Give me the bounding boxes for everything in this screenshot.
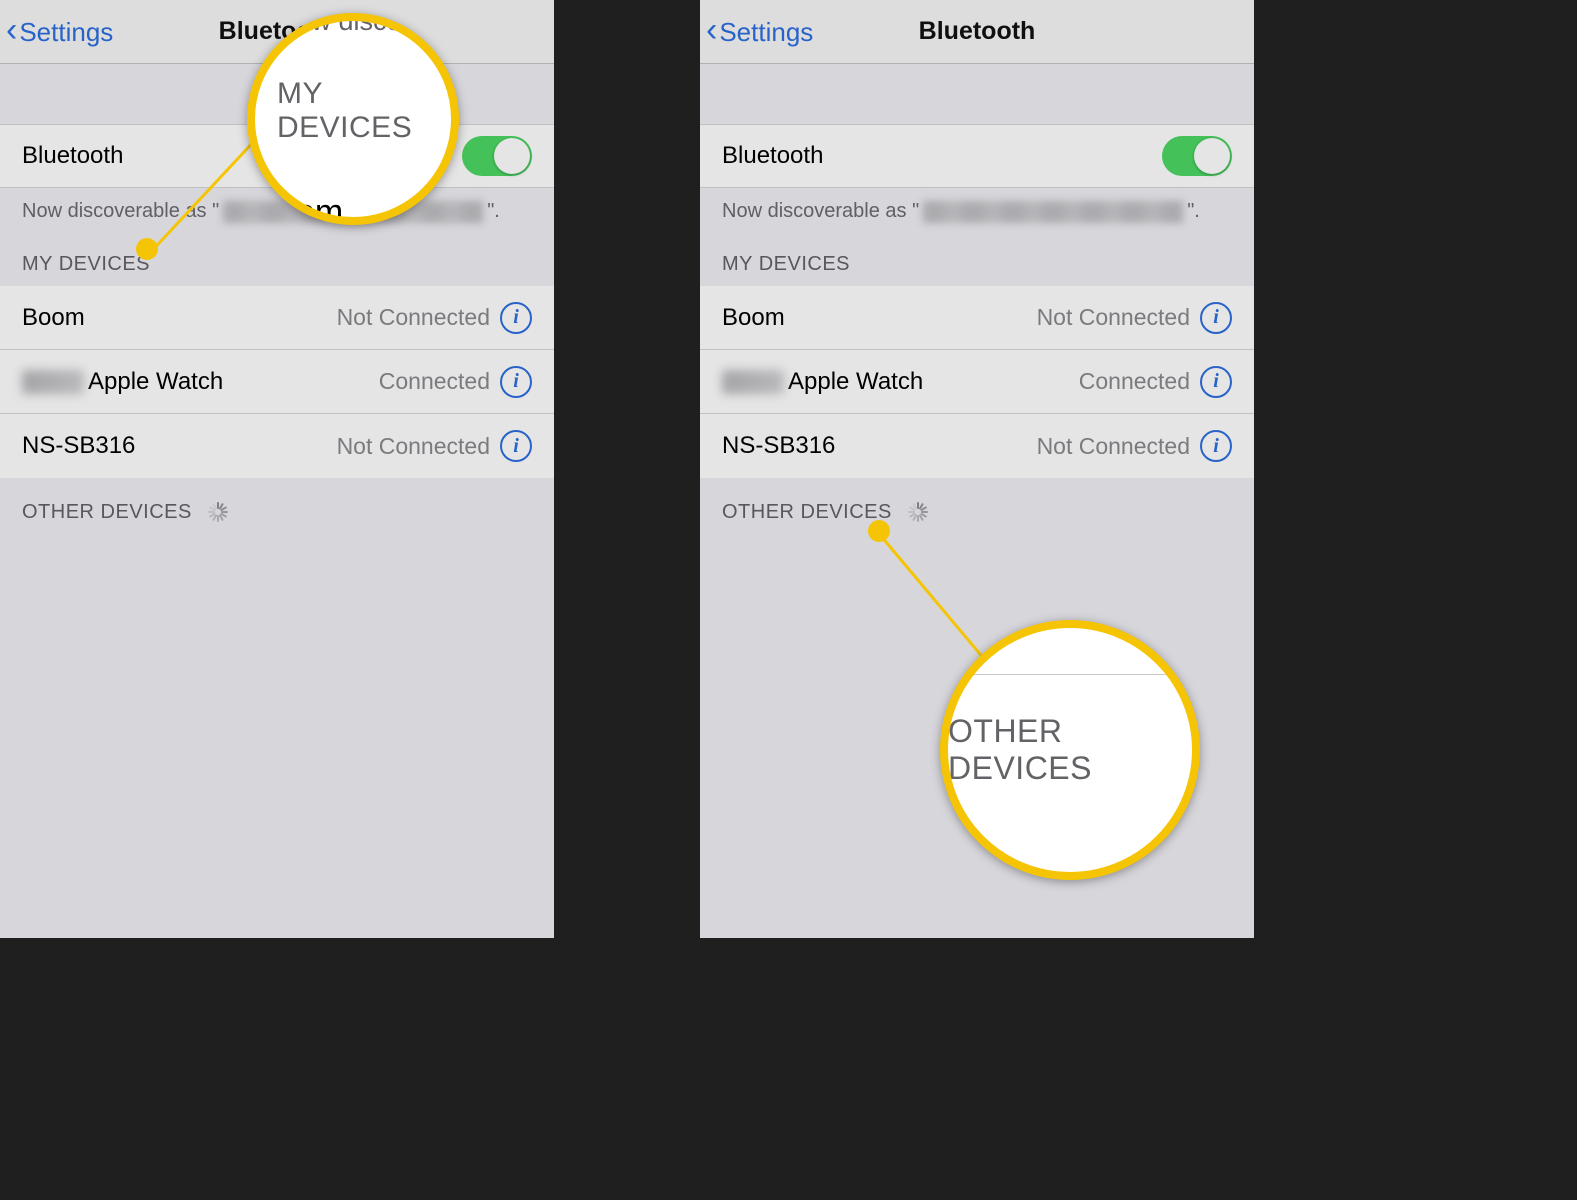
other-devices-header: OTHER DEVICES bbox=[700, 478, 1254, 534]
navbar: ‹ Settings Bluetooth bbox=[700, 0, 1254, 64]
discoverable-text: Now discoverable as " ". bbox=[700, 188, 1254, 231]
screenshot-right: ‹ Settings Bluetooth Bluetooth Now disco… bbox=[700, 0, 1254, 938]
device-row[interactable]: Boom Not Connected i bbox=[700, 286, 1254, 350]
my-devices-list: Boom Not Connected i Apple Watch Connect… bbox=[0, 286, 554, 478]
bluetooth-switch[interactable] bbox=[1162, 136, 1232, 176]
bluetooth-label: Bluetooth bbox=[22, 142, 123, 170]
device-row[interactable]: Apple Watch Connected i bbox=[0, 350, 554, 414]
back-label: Settings bbox=[19, 17, 113, 48]
device-name: Apple Watch bbox=[788, 368, 923, 396]
other-devices-header: OTHER DEVICES bbox=[0, 478, 554, 534]
device-status: Not Connected bbox=[337, 433, 490, 460]
info-icon[interactable]: i bbox=[500, 366, 532, 398]
info-icon[interactable]: i bbox=[1200, 302, 1232, 334]
bluetooth-toggle-row[interactable]: Bluetooth bbox=[0, 124, 554, 188]
my-devices-header: MY DEVICES bbox=[700, 231, 1254, 286]
device-row[interactable]: Apple Watch Connected i bbox=[700, 350, 1254, 414]
back-button[interactable]: ‹ Settings bbox=[6, 0, 113, 64]
device-status: Connected bbox=[1079, 368, 1190, 395]
device-name: Apple Watch bbox=[88, 368, 223, 396]
my-devices-header: MY DEVICES bbox=[0, 231, 554, 286]
screenshot-left: ‹ Settings Bluetooth Bluetooth Now disco… bbox=[0, 0, 554, 938]
device-status: Not Connected bbox=[337, 304, 490, 331]
bluetooth-toggle-row[interactable]: Bluetooth bbox=[700, 124, 1254, 188]
chevron-left-icon: ‹ bbox=[6, 13, 17, 47]
device-name: Boom bbox=[722, 304, 785, 332]
discoverable-text: Now discoverable as " ". bbox=[0, 188, 554, 231]
device-status: Connected bbox=[379, 368, 490, 395]
redacted-device-name bbox=[923, 201, 1183, 223]
device-name: NS-SB316 bbox=[22, 432, 135, 460]
device-row[interactable]: NS-SB316 Not Connected i bbox=[700, 414, 1254, 478]
chevron-left-icon: ‹ bbox=[706, 13, 717, 47]
spinner-icon bbox=[206, 500, 230, 524]
device-row[interactable]: NS-SB316 Not Connected i bbox=[0, 414, 554, 478]
redacted-owner-name bbox=[22, 370, 84, 394]
info-icon[interactable]: i bbox=[500, 430, 532, 462]
bluetooth-switch[interactable] bbox=[462, 136, 532, 176]
my-devices-list: Boom Not Connected i Apple Watch Connect… bbox=[700, 286, 1254, 478]
page-title: Bluetooth bbox=[219, 17, 336, 46]
redacted-owner-name bbox=[722, 370, 784, 394]
device-status: Not Connected bbox=[1037, 304, 1190, 331]
device-name: Boom bbox=[22, 304, 85, 332]
navbar: ‹ Settings Bluetooth bbox=[0, 0, 554, 64]
bluetooth-label: Bluetooth bbox=[722, 142, 823, 170]
device-status: Not Connected bbox=[1037, 433, 1190, 460]
device-name: NS-SB316 bbox=[722, 432, 835, 460]
info-icon[interactable]: i bbox=[1200, 430, 1232, 462]
back-label: Settings bbox=[719, 17, 813, 48]
info-icon[interactable]: i bbox=[500, 302, 532, 334]
info-icon[interactable]: i bbox=[1200, 366, 1232, 398]
page-title: Bluetooth bbox=[919, 17, 1036, 46]
redacted-device-name bbox=[223, 201, 483, 223]
back-button[interactable]: ‹ Settings bbox=[706, 0, 813, 64]
device-row[interactable]: Boom Not Connected i bbox=[0, 286, 554, 350]
spinner-icon bbox=[906, 500, 930, 524]
